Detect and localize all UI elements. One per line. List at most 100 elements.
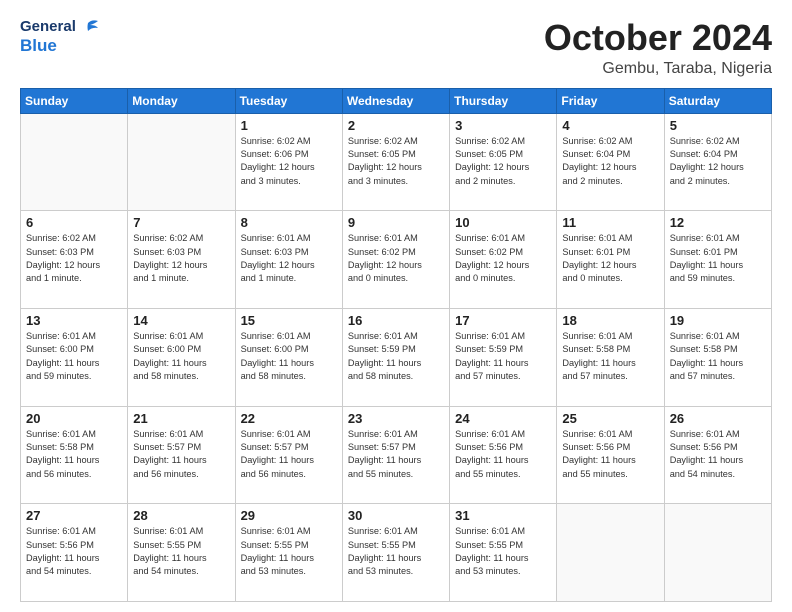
day-info: Sunrise: 6:01 AM Sunset: 6:01 PM Dayligh… (670, 232, 766, 285)
table-row: 31 Sunrise: 6:01 AM Sunset: 5:55 PM Dayli… (450, 504, 557, 602)
day-info: Sunrise: 6:01 AM Sunset: 6:03 PM Dayligh… (241, 232, 337, 285)
table-row (557, 504, 664, 602)
day-number: 9 (348, 215, 444, 230)
day-info: Sunrise: 6:01 AM Sunset: 5:57 PM Dayligh… (348, 428, 444, 481)
day-number: 10 (455, 215, 551, 230)
table-row: 28Sunrise: 6:01 AM Sunset: 5:55 PM Dayli… (128, 504, 235, 602)
day-number: 4 (562, 118, 658, 133)
day-info: Sunrise: 6:02 AM Sunset: 6:06 PM Dayligh… (241, 135, 337, 188)
day-number: 31 (455, 508, 551, 523)
table-row: 9 Sunrise: 6:01 AM Sunset: 6:02 PM Daylig… (342, 211, 449, 309)
table-row: 25Sunrise: 6:01 AM Sunset: 5:56 PM Dayli… (557, 406, 664, 504)
table-row: 24Sunrise: 6:01 AM Sunset: 5:56 PM Dayli… (450, 406, 557, 504)
day-info: Sunrise: 6:02 AM Sunset: 6:05 PM Dayligh… (348, 135, 444, 188)
table-row: 14 Sunrise: 6:01 AM Sunset: 6:00 PM Dayli… (128, 308, 235, 406)
day-info: Sunrise: 6:02 AM Sunset: 6:04 PM Dayligh… (562, 135, 658, 188)
day-info: Sunrise: 6:01 AM Sunset: 6:00 PM Dayligh… (241, 330, 337, 383)
day-number: 24 (455, 411, 551, 426)
table-row (21, 113, 128, 211)
day-info: Sunrise: 6:01 AM Sunset: 6:00 PM Dayligh… (133, 330, 229, 383)
day-number: 8 (241, 215, 337, 230)
calendar-table: Sunday Monday Tuesday Wednesday Thursday… (20, 88, 772, 602)
col-friday: Friday (557, 88, 664, 113)
page: General Blue October 2024 Gembu, Taraba,… (0, 0, 792, 612)
day-number: 29 (241, 508, 337, 523)
table-row: 5 Sunrise: 6:02 AM Sunset: 6:04 PM Daylig… (664, 113, 771, 211)
header: General Blue October 2024 Gembu, Taraba,… (20, 18, 772, 78)
day-number: 27 (26, 508, 122, 523)
day-info: Sunrise: 6:02 AM Sunset: 6:04 PM Dayligh… (670, 135, 766, 188)
month-title: October 2024 (544, 18, 772, 58)
table-row: 6Sunrise: 6:02 AM Sunset: 6:03 PM Daylig… (21, 211, 128, 309)
day-info: Sunrise: 6:01 AM Sunset: 5:59 PM Dayligh… (455, 330, 551, 383)
calendar-week-row: 6Sunrise: 6:02 AM Sunset: 6:03 PM Daylig… (21, 211, 772, 309)
day-info: Sunrise: 6:01 AM Sunset: 5:56 PM Dayligh… (670, 428, 766, 481)
day-number: 23 (348, 411, 444, 426)
logo: General Blue (20, 18, 100, 56)
table-row (128, 113, 235, 211)
table-row: 2 Sunrise: 6:02 AM Sunset: 6:05 PM Daylig… (342, 113, 449, 211)
day-number: 25 (562, 411, 658, 426)
day-info: Sunrise: 6:01 AM Sunset: 6:02 PM Dayligh… (455, 232, 551, 285)
table-row: 8 Sunrise: 6:01 AM Sunset: 6:03 PM Daylig… (235, 211, 342, 309)
day-number: 20 (26, 411, 122, 426)
day-info: Sunrise: 6:01 AM Sunset: 5:58 PM Dayligh… (670, 330, 766, 383)
calendar-header-row: Sunday Monday Tuesday Wednesday Thursday… (21, 88, 772, 113)
day-number: 3 (455, 118, 551, 133)
table-row: 18Sunrise: 6:01 AM Sunset: 5:58 PM Dayli… (557, 308, 664, 406)
day-number: 2 (348, 118, 444, 133)
table-row: 12 Sunrise: 6:01 AM Sunset: 6:01 PM Dayli… (664, 211, 771, 309)
col-thursday: Thursday (450, 88, 557, 113)
day-number: 11 (562, 215, 658, 230)
calendar-week-row: 13Sunrise: 6:01 AM Sunset: 6:00 PM Dayli… (21, 308, 772, 406)
table-row: 19 Sunrise: 6:01 AM Sunset: 5:58 PM Dayli… (664, 308, 771, 406)
day-number: 22 (241, 411, 337, 426)
day-number: 12 (670, 215, 766, 230)
logo-blue: Blue (20, 36, 100, 56)
table-row (664, 504, 771, 602)
table-row: 11 Sunrise: 6:01 AM Sunset: 6:01 PM Dayli… (557, 211, 664, 309)
day-info: Sunrise: 6:02 AM Sunset: 6:03 PM Dayligh… (26, 232, 122, 285)
day-number: 5 (670, 118, 766, 133)
table-row: 20 Sunrise: 6:01 AM Sunset: 5:58 PM Dayli… (21, 406, 128, 504)
calendar-week-row: 27 Sunrise: 6:01 AM Sunset: 5:56 PM Dayli… (21, 504, 772, 602)
calendar-week-row: 20 Sunrise: 6:01 AM Sunset: 5:58 PM Dayli… (21, 406, 772, 504)
table-row: 22Sunrise: 6:01 AM Sunset: 5:57 PM Dayli… (235, 406, 342, 504)
table-row: 3 Sunrise: 6:02 AM Sunset: 6:05 PM Daylig… (450, 113, 557, 211)
day-number: 7 (133, 215, 229, 230)
table-row: 4 Sunrise: 6:02 AM Sunset: 6:04 PM Daylig… (557, 113, 664, 211)
col-wednesday: Wednesday (342, 88, 449, 113)
day-info: Sunrise: 6:01 AM Sunset: 5:55 PM Dayligh… (241, 525, 337, 578)
col-saturday: Saturday (664, 88, 771, 113)
day-info: Sunrise: 6:02 AM Sunset: 6:05 PM Dayligh… (455, 135, 551, 188)
day-info: Sunrise: 6:01 AM Sunset: 6:01 PM Dayligh… (562, 232, 658, 285)
day-number: 30 (348, 508, 444, 523)
logo-bird-icon (78, 19, 100, 35)
day-number: 28 (133, 508, 229, 523)
table-row: 7 Sunrise: 6:02 AM Sunset: 6:03 PM Daylig… (128, 211, 235, 309)
day-info: Sunrise: 6:01 AM Sunset: 5:59 PM Dayligh… (348, 330, 444, 383)
day-info: Sunrise: 6:02 AM Sunset: 6:03 PM Dayligh… (133, 232, 229, 285)
calendar-week-row: 1Sunrise: 6:02 AM Sunset: 6:06 PM Daylig… (21, 113, 772, 211)
day-number: 17 (455, 313, 551, 328)
logo-general: General (20, 18, 76, 36)
day-number: 26 (670, 411, 766, 426)
col-sunday: Sunday (21, 88, 128, 113)
day-number: 15 (241, 313, 337, 328)
table-row: 17 Sunrise: 6:01 AM Sunset: 5:59 PM Dayli… (450, 308, 557, 406)
table-row: 13Sunrise: 6:01 AM Sunset: 6:00 PM Dayli… (21, 308, 128, 406)
table-row: 15 Sunrise: 6:01 AM Sunset: 6:00 PM Dayli… (235, 308, 342, 406)
col-monday: Monday (128, 88, 235, 113)
day-info: Sunrise: 6:01 AM Sunset: 6:02 PM Dayligh… (348, 232, 444, 285)
table-row: 30Sunrise: 6:01 AM Sunset: 5:55 PM Dayli… (342, 504, 449, 602)
day-number: 19 (670, 313, 766, 328)
table-row: 27 Sunrise: 6:01 AM Sunset: 5:56 PM Dayli… (21, 504, 128, 602)
day-info: Sunrise: 6:01 AM Sunset: 5:58 PM Dayligh… (562, 330, 658, 383)
day-info: Sunrise: 6:01 AM Sunset: 5:56 PM Dayligh… (26, 525, 122, 578)
day-info: Sunrise: 6:01 AM Sunset: 5:55 PM Dayligh… (455, 525, 551, 578)
title-block: October 2024 Gembu, Taraba, Nigeria (544, 18, 772, 78)
day-info: Sunrise: 6:01 AM Sunset: 6:00 PM Dayligh… (26, 330, 122, 383)
day-number: 14 (133, 313, 229, 328)
table-row: 29 Sunrise: 6:01 AM Sunset: 5:55 PM Dayli… (235, 504, 342, 602)
day-info: Sunrise: 6:01 AM Sunset: 5:58 PM Dayligh… (26, 428, 122, 481)
